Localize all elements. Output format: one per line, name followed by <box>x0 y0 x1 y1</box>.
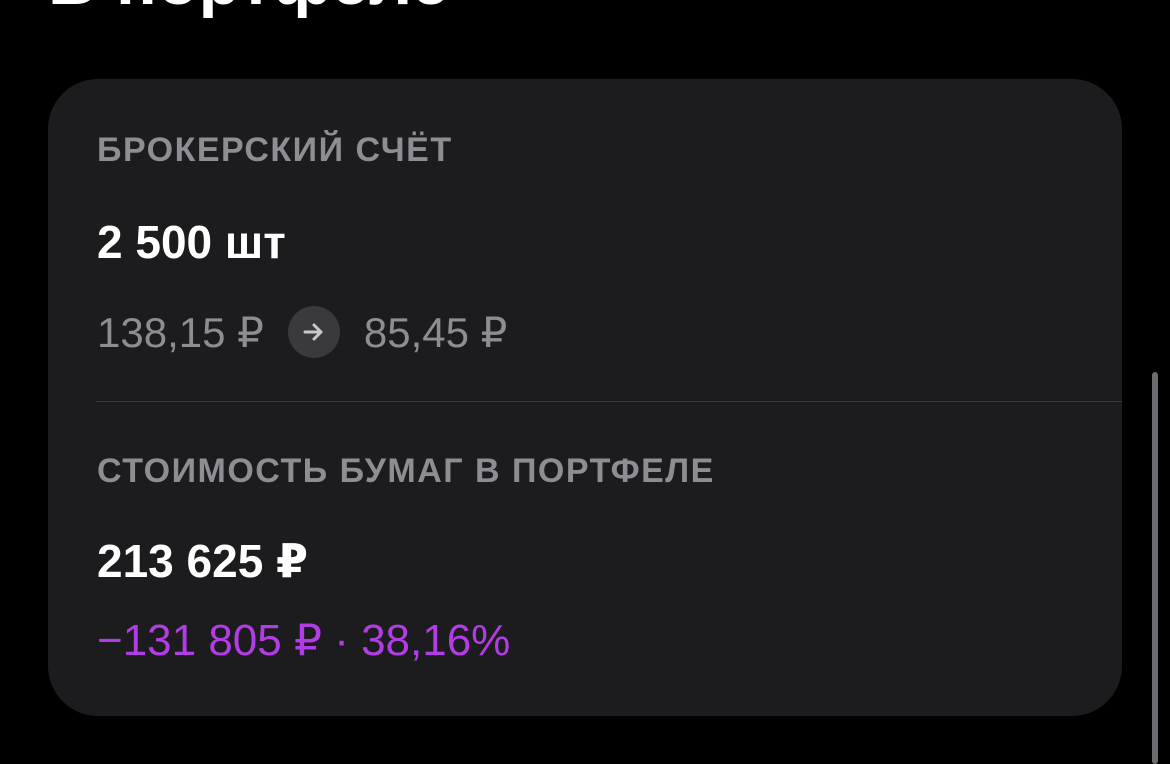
portfolio-card: БРОКЕРСКИЙ СЧЁТ 2 500 шт 138,15 ₽ 85,45 … <box>48 79 1122 716</box>
price-change-row: 138,15 ₽ 85,45 ₽ <box>97 304 507 360</box>
portfolio-value-label: СТОИМОСТЬ БУМАГ В ПОРТФЕЛЕ <box>97 452 715 490</box>
scrollbar[interactable] <box>1152 372 1158 764</box>
broker-account-label: БРОКЕРСКИЙ СЧЁТ <box>97 131 453 169</box>
current-price: 85,45 ₽ <box>363 308 508 356</box>
portfolio-change: −131 805 ₽ · 38,16% <box>97 616 511 665</box>
arrow-right-icon <box>287 306 340 358</box>
purchase-price: 138,15 ₽ <box>97 308 264 356</box>
section-divider <box>96 401 1122 402</box>
share-quantity: 2 500 шт <box>97 216 286 268</box>
portfolio-value: 213 625 ₽ <box>97 535 309 587</box>
page-title: В портфеле <box>48 0 449 20</box>
